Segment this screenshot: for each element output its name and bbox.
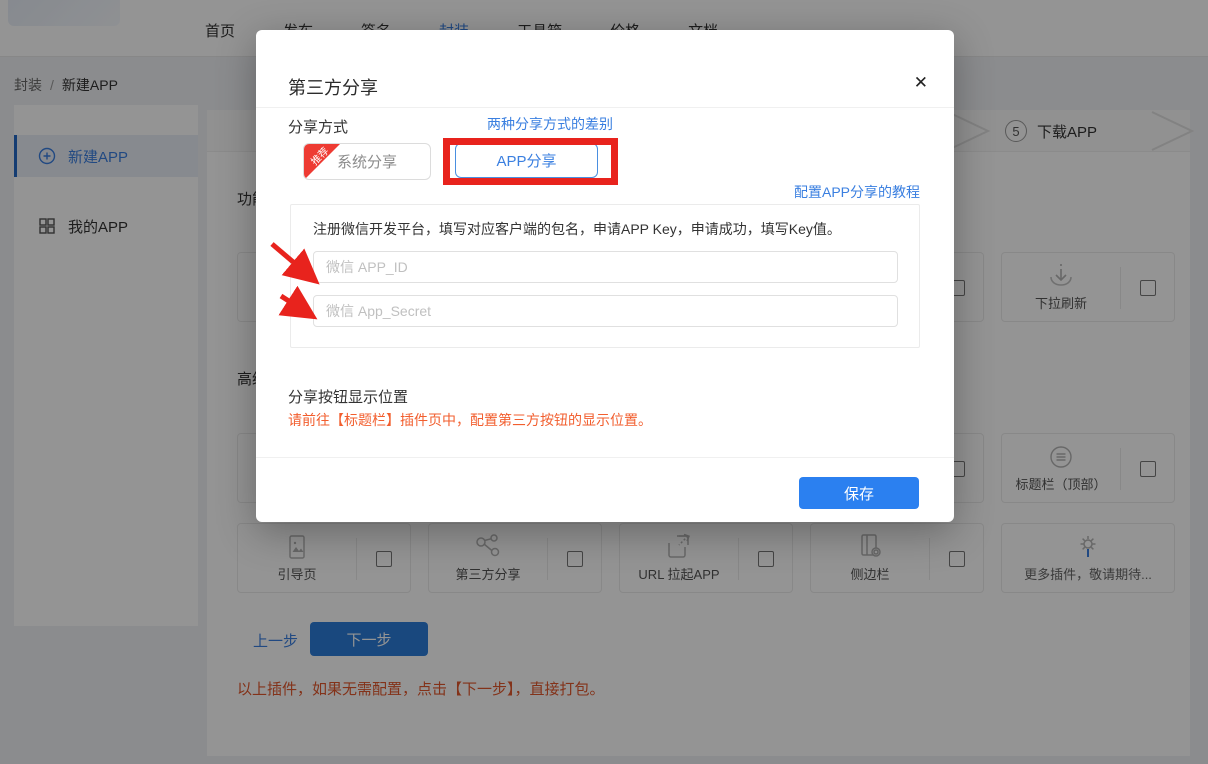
wechat-appid-input[interactable] [313,251,898,283]
save-button[interactable]: 保存 [799,477,919,509]
share-button-position-note: 请前往【标题栏】插件页中，配置第三方按钮的显示位置。 [288,410,652,430]
system-share-button[interactable]: 系统分享 推荐 [303,143,431,180]
wechat-config-instruction: 注册微信开发平台，填写对应客户端的包名，申请APP Key，申请成功，填写Key… [313,219,841,239]
share-button-position-label: 分享按钮显示位置 [288,386,408,407]
modal-title: 第三方分享 [288,74,378,100]
third-party-share-modal: 第三方分享 ✕ 分享方式 两种分享方式的差别 系统分享 推荐 APP分享 配置A… [256,30,954,522]
wechat-config-panel: 注册微信开发平台，填写对应客户端的包名，申请APP Key，申请成功，填写Key… [290,204,920,348]
app-share-tutorial-link[interactable]: 配置APP分享的教程 [794,182,920,202]
modal-header: 第三方分享 ✕ [256,30,954,108]
app-share-button[interactable]: APP分享 [455,143,598,178]
wechat-appsecret-input[interactable] [313,295,898,327]
share-method-diff-link[interactable]: 两种分享方式的差别 [487,114,613,134]
recommend-ribbon: 推荐 [304,144,340,180]
share-method-label: 分享方式 [288,116,348,137]
modal-footer-divider [256,457,954,458]
close-icon[interactable]: ✕ [914,74,928,91]
